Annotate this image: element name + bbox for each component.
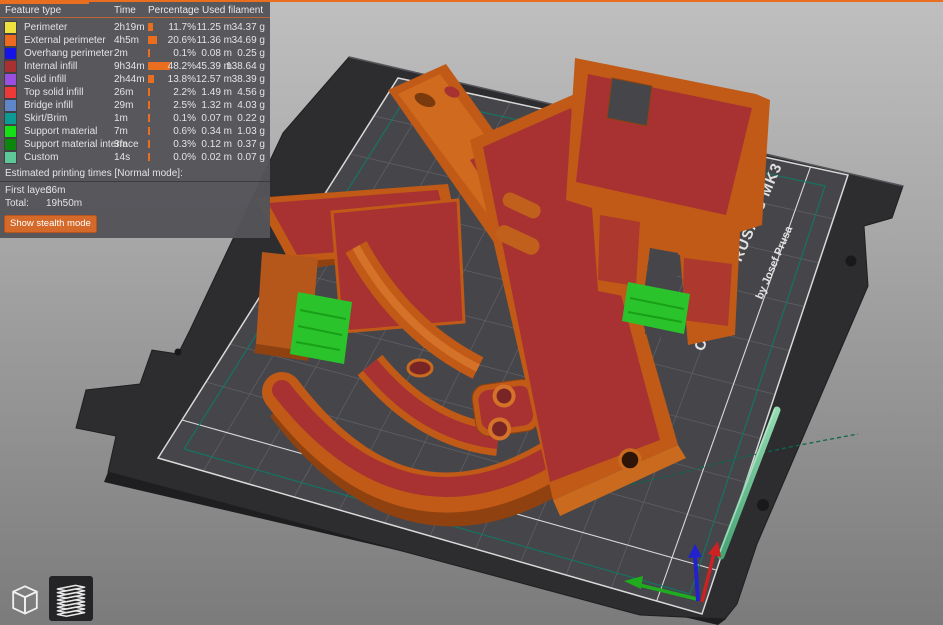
feature-weight: 0.22 g: [237, 113, 265, 124]
feature-weight: 1.03 g: [237, 126, 265, 137]
legend-row: Custom 14s 0.0% 0.02 m 0.07 g: [0, 151, 270, 164]
feature-weight: 0.25 g: [237, 48, 265, 59]
top-accent-bar: [0, 0, 943, 2]
feature-weight: 38.39 g: [231, 74, 265, 85]
feature-color-swatch: [4, 138, 17, 151]
cube-icon: [12, 584, 38, 614]
legend-row: Internal infill 9h34m 48.2% 45.39 m 138.…: [0, 60, 270, 73]
percentage-bar: [148, 153, 150, 161]
first-layer-value: 36m: [46, 185, 66, 196]
legend-row: Solid infill 2h44m 13.8% 12.57 m 38.39 g: [0, 73, 270, 86]
total-value: 19h50m: [46, 198, 83, 209]
app-window: ORIGINAL PRUSA i3 MK3 by Josef Prusa: [0, 0, 943, 625]
feature-time: 14s: [114, 152, 131, 163]
feature-weight: 0.37 g: [237, 139, 265, 150]
feature-label: Custom: [24, 152, 59, 163]
feature-label: Top solid infill: [24, 87, 84, 98]
legend-row: Support material interface 3m 0.3% 0.12 …: [0, 138, 270, 151]
plate-hole: [845, 255, 857, 267]
legend-row: Top solid infill 26m 2.2% 1.49 m 4.56 g: [0, 86, 270, 99]
legend-row: Overhang perimeter 2m 0.1% 0.08 m 0.25 g: [0, 47, 270, 60]
feature-color-swatch: [4, 34, 17, 47]
first-layer-label: First layer:: [5, 185, 52, 196]
feature-weight: 138.64 g: [226, 61, 265, 72]
col-time: Time: [114, 5, 136, 16]
legend-panel: Feature type Time Percentage Used filame…: [0, 2, 270, 238]
feature-color-swatch: [4, 125, 17, 138]
percentage-bar: [148, 88, 150, 96]
feature-label: Internal infill: [24, 61, 78, 72]
editor-view-button[interactable]: [3, 576, 47, 621]
plate-hole: [757, 499, 769, 511]
legend-row: Perimeter 2h19m 11.7% 11.25 m 34.37 g: [0, 21, 270, 34]
feature-weight: 4.03 g: [237, 100, 265, 111]
preview-view-button[interactable]: [49, 576, 93, 621]
support-material: [290, 292, 352, 364]
feature-time: 9h34m: [114, 61, 145, 72]
estimated-times-title: Estimated printing times [Normal mode]:: [5, 168, 183, 179]
feature-color-swatch: [4, 86, 17, 99]
percentage-bar: [148, 127, 150, 135]
col-used-filament: Used filament: [202, 5, 264, 16]
feature-weight: 4.56 g: [237, 87, 265, 98]
col-feature-type: Feature type: [5, 5, 62, 16]
feature-label: Overhang perimeter: [24, 48, 113, 59]
legend-row: Bridge infill 29m 2.5% 1.32 m 4.03 g: [0, 99, 270, 112]
feature-label: Support material: [24, 126, 98, 137]
feature-time: 26m: [114, 87, 134, 98]
feature-time: 2h19m: [114, 22, 145, 33]
feature-label: External perimeter: [24, 35, 106, 46]
feature-weight: 34.37 g: [231, 22, 265, 33]
feature-label: Bridge infill: [24, 100, 73, 111]
feature-color-swatch: [4, 47, 17, 60]
percentage-bar: [148, 49, 150, 57]
feature-time: 4h5m: [114, 35, 140, 46]
feature-label: Perimeter: [24, 22, 68, 33]
feature-color-swatch: [4, 21, 17, 34]
feature-color-swatch: [4, 112, 17, 125]
feature-label: Solid infill: [24, 74, 67, 85]
feature-color-swatch: [4, 60, 17, 73]
feature-time: 3m: [114, 139, 128, 150]
percentage-bar: [148, 140, 150, 148]
col-percentage: Percentage: [148, 5, 200, 16]
feature-color-swatch: [4, 99, 17, 112]
view-mode-toolbar: [3, 576, 93, 621]
divider: [0, 181, 270, 182]
total-time-row: Total: 19h50m: [0, 198, 270, 211]
feature-time: 1m: [114, 113, 128, 124]
plate-hole: [174, 348, 182, 356]
legend-header: Feature type Time Percentage Used filame…: [0, 2, 270, 18]
feature-label: Skirt/Brim: [24, 113, 68, 124]
top-accent-bar-segment: [0, 0, 89, 4]
layers-icon: [56, 584, 86, 617]
feature-time: 7m: [114, 126, 128, 137]
legend-row: Skirt/Brim 1m 0.1% 0.07 m 0.22 g: [0, 112, 270, 125]
legend-rows: Perimeter 2h19m 11.7% 11.25 m 34.37 g Ex…: [0, 21, 270, 164]
legend-row: External perimeter 4h5m 20.6% 11.36 m 34…: [0, 34, 270, 47]
feature-weight: 34.69 g: [231, 35, 265, 46]
show-stealth-mode-button[interactable]: Show stealth mode: [4, 215, 97, 233]
total-label: Total:: [5, 198, 29, 209]
feature-color-swatch: [4, 73, 17, 86]
percentage-bar: [148, 114, 150, 122]
percentage-bar: [148, 101, 150, 109]
feature-time: 29m: [114, 100, 134, 111]
feature-color-swatch: [4, 151, 17, 164]
legend-row: Support material 7m 0.6% 0.34 m 1.03 g: [0, 125, 270, 138]
feature-time: 2m: [114, 48, 128, 59]
feature-weight: 0.07 g: [237, 152, 265, 163]
feature-time: 2h44m: [114, 74, 145, 85]
first-layer-row: First layer: 36m: [0, 185, 270, 198]
